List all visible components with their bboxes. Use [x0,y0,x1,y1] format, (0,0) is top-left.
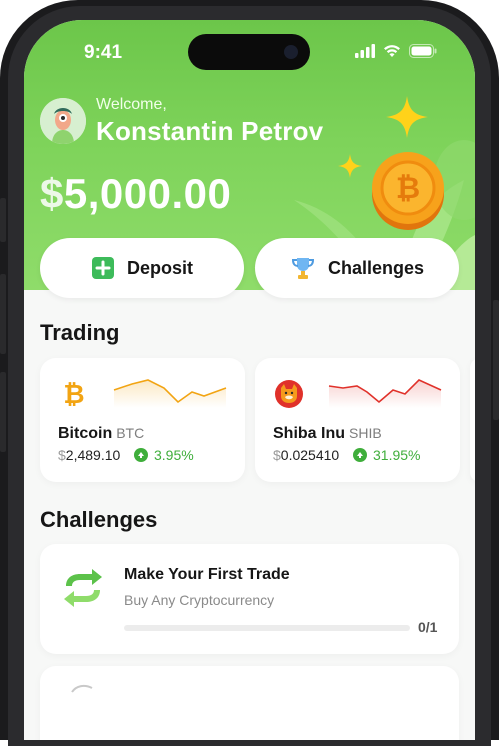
coin-price-value: 2,489.10 [65,447,121,463]
challenge-card[interactable]: Make Your First Trade Buy Any Cryptocurr… [40,544,459,654]
challenges-section-title: Challenges [40,507,158,532]
coin-change-value: 31.95% [373,447,421,463]
challenge-progress-text: 0/1 [418,619,438,635]
arrow-up-icon [134,448,148,462]
camera-icon [284,45,298,59]
welcome-text: Welcome, [96,96,167,113]
signal-icon [355,44,375,58]
wifi-icon [384,45,400,57]
coin-name-text: Bitcoin [58,425,113,442]
avatar[interactable] [40,98,86,144]
trading-card-more[interactable] [470,358,475,482]
balance-amount: $5,000.00 [40,170,231,218]
coin-price: $2,489.10 [58,447,120,463]
balance-value: 5,000.00 [63,170,232,217]
sparkle-icon [338,154,362,178]
avatar-icon [40,98,86,144]
bitcoin-sparkline [113,379,227,408]
phone-side-button [493,300,499,420]
coin-change: 3.95% [134,447,194,463]
trophy-icon [291,258,314,279]
phone-side-button [0,274,6,354]
bitcoin-icon: ₿ [63,380,84,408]
user-name: Konstantin Petrov [96,116,324,146]
coin-name: Bitcoin BTC [58,425,144,443]
challenges-button[interactable]: Challenges [255,238,459,298]
status-icons [355,44,437,58]
dynamic-island [188,34,310,70]
challenge-icon [71,684,93,693]
trading-card-bitcoin[interactable]: ₿ Bitcoin BTC $2,489.10 3.95% [40,358,245,482]
coin-symbol: SHIB [349,425,382,441]
coin-price-currency: $ [58,447,66,463]
challenge-progress-bar [124,625,410,631]
shiba-inu-icon [275,380,303,408]
phone-side-button [0,372,6,452]
coin-price-value: 0.025410 [280,447,340,463]
deposit-button[interactable]: Deposit [40,238,244,298]
status-time: 9:41 [84,42,123,63]
arrow-up-icon [353,448,367,462]
challenges-label: Challenges [327,257,425,278]
app-screen: 9:41 Welcome, Konstantin Petrov $5,000.0… [24,20,475,740]
bitcoin-coin-icon: ₿ [372,152,444,230]
battery-icon [409,44,437,58]
shiba-inu-sparkline [328,379,442,408]
sparkle-icon [386,96,428,138]
currency-symbol: $ [40,170,64,217]
coin-name: Shiba Inu SHIB [273,425,382,443]
trading-section-title: Trading [40,320,120,345]
challenge-subtitle: Buy Any Cryptocurrency [124,592,275,608]
coin-symbol: BTC [116,425,145,441]
svg-text:₿: ₿ [63,380,84,408]
plus-icon [91,257,114,279]
challenge-title: Make Your First Trade [124,566,290,583]
coin-change-value: 3.95% [154,447,194,463]
challenge-card[interactable] [40,666,459,740]
phone-side-button [0,198,6,242]
svg-text:₿: ₿ [396,172,420,205]
deposit-label: Deposit [126,257,193,278]
trade-swap-icon [64,569,102,607]
coin-name-text: Shiba Inu [273,425,345,442]
coin-change: 31.95% [353,447,420,463]
coin-price-currency: $ [273,447,281,463]
trading-card-shiba-inu[interactable]: Shiba Inu SHIB $0.025410 31.95% [255,358,460,482]
coin-price: $0.025410 [273,447,339,463]
